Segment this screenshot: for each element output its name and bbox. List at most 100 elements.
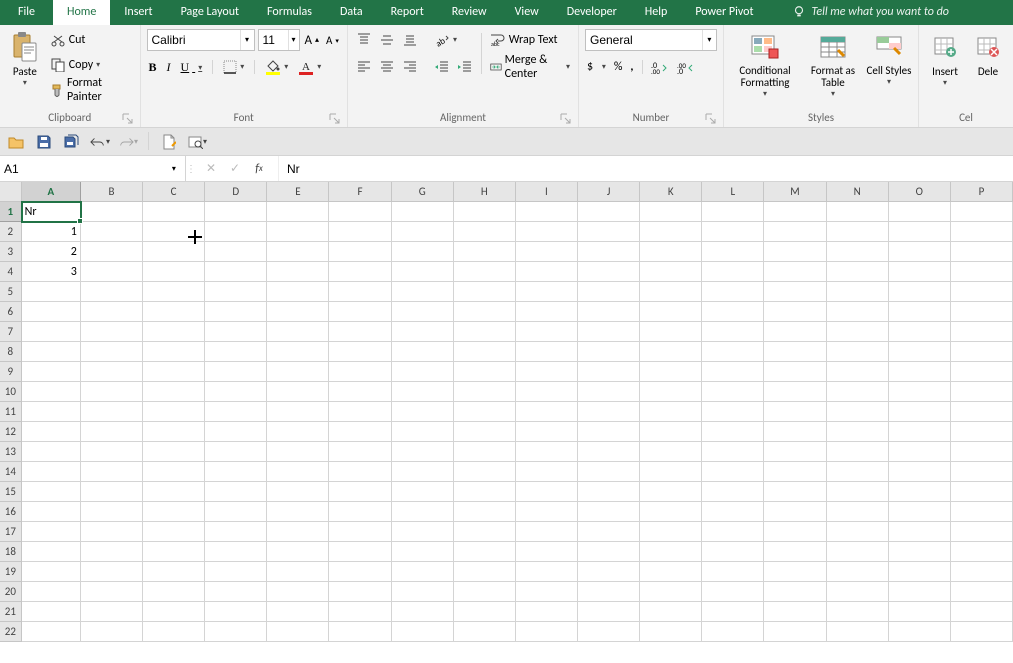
row-header[interactable]: 9 xyxy=(0,362,22,382)
row-header[interactable]: 22 xyxy=(0,622,22,642)
align-right-button[interactable] xyxy=(400,56,420,78)
cell[interactable] xyxy=(889,222,951,242)
column-header[interactable]: B xyxy=(81,182,143,201)
row-header[interactable]: 4 xyxy=(0,262,22,282)
underline-button[interactable]: U ▾ xyxy=(179,56,205,78)
cell[interactable] xyxy=(329,622,391,642)
cell[interactable] xyxy=(329,342,391,362)
cell[interactable] xyxy=(640,602,702,622)
cell[interactable] xyxy=(889,582,951,602)
accounting-format-button[interactable]: $ ▾ xyxy=(585,56,608,78)
cell[interactable] xyxy=(81,242,143,262)
row-header[interactable]: 16 xyxy=(0,502,22,522)
cell[interactable] xyxy=(392,462,454,482)
cell[interactable] xyxy=(640,482,702,502)
column-header[interactable]: P xyxy=(951,182,1013,201)
cell[interactable] xyxy=(827,542,889,562)
cell[interactable] xyxy=(267,222,329,242)
cell[interactable] xyxy=(889,342,951,362)
conditional-formatting-button[interactable]: Conditional Formatting▾ xyxy=(730,29,800,109)
row-header[interactable]: 2 xyxy=(0,222,22,242)
data-tab[interactable]: Data xyxy=(326,0,377,25)
cell[interactable] xyxy=(764,562,826,582)
cell[interactable] xyxy=(143,462,205,482)
cell[interactable] xyxy=(22,542,81,562)
cell[interactable] xyxy=(702,382,764,402)
row-header[interactable]: 7 xyxy=(0,322,22,342)
help-tab[interactable]: Help xyxy=(631,0,682,25)
cell[interactable] xyxy=(578,542,640,562)
column-header[interactable]: F xyxy=(329,182,391,201)
copy-button[interactable]: Copy ▾ xyxy=(48,54,134,76)
cell[interactable] xyxy=(764,502,826,522)
cell[interactable] xyxy=(951,442,1013,462)
cell[interactable] xyxy=(22,302,81,322)
cell[interactable] xyxy=(81,202,143,222)
cell[interactable] xyxy=(267,322,329,342)
cell[interactable] xyxy=(392,522,454,542)
cell[interactable] xyxy=(329,262,391,282)
cell[interactable] xyxy=(951,262,1013,282)
cell[interactable] xyxy=(640,422,702,442)
row-header[interactable]: 3 xyxy=(0,242,22,262)
cell[interactable] xyxy=(764,262,826,282)
cell[interactable] xyxy=(81,442,143,462)
cell[interactable] xyxy=(392,342,454,362)
cell[interactable] xyxy=(516,442,578,462)
cell[interactable] xyxy=(392,542,454,562)
cell[interactable] xyxy=(889,602,951,622)
cell[interactable] xyxy=(516,382,578,402)
cell[interactable] xyxy=(81,482,143,502)
cell[interactable] xyxy=(392,282,454,302)
cell[interactable] xyxy=(392,322,454,342)
column-header[interactable]: I xyxy=(516,182,578,201)
cell[interactable] xyxy=(516,522,578,542)
cell[interactable] xyxy=(640,622,702,642)
number-format-input[interactable] xyxy=(586,33,702,47)
tell-me-search[interactable]: Tell me what you want to do xyxy=(778,0,963,25)
cell[interactable] xyxy=(267,542,329,562)
cell[interactable] xyxy=(454,602,516,622)
cell[interactable] xyxy=(392,242,454,262)
cell[interactable] xyxy=(205,522,267,542)
chevron-down-icon[interactable]: ▾ xyxy=(702,30,716,50)
cell[interactable] xyxy=(22,522,81,542)
column-header[interactable]: O xyxy=(889,182,951,201)
formulas-tab[interactable]: Formulas xyxy=(253,0,326,25)
cell[interactable] xyxy=(454,562,516,582)
cell-styles-button[interactable]: Cell Styles▾ xyxy=(866,29,912,109)
cell[interactable] xyxy=(640,502,702,522)
cell[interactable] xyxy=(143,622,205,642)
cell[interactable] xyxy=(764,422,826,442)
cell[interactable] xyxy=(578,202,640,222)
cell[interactable] xyxy=(143,422,205,442)
cell[interactable] xyxy=(640,462,702,482)
increase-decimal-button[interactable]: .0.00 xyxy=(649,56,671,78)
cell[interactable] xyxy=(22,562,81,582)
cell[interactable] xyxy=(143,442,205,462)
cell[interactable] xyxy=(392,262,454,282)
decrease-font-button[interactable]: A▾ xyxy=(324,29,341,51)
cell[interactable] xyxy=(889,262,951,282)
cell[interactable] xyxy=(205,622,267,642)
cell[interactable] xyxy=(827,322,889,342)
cell[interactable] xyxy=(205,542,267,562)
column-header[interactable]: C xyxy=(143,182,205,201)
cell[interactable] xyxy=(764,442,826,462)
cell[interactable] xyxy=(143,542,205,562)
cell[interactable] xyxy=(889,442,951,462)
cell[interactable] xyxy=(392,222,454,242)
cell[interactable] xyxy=(951,422,1013,442)
open-button[interactable] xyxy=(6,132,26,152)
borders-button[interactable]: ▾ xyxy=(221,56,246,78)
formula-input[interactable] xyxy=(279,156,1013,181)
cell[interactable] xyxy=(578,222,640,242)
insert-function-button[interactable]: fx xyxy=(248,158,270,180)
cell[interactable] xyxy=(267,442,329,462)
cell[interactable] xyxy=(889,622,951,642)
fill-handle[interactable] xyxy=(77,218,83,224)
insert-cells-button[interactable]: Insert▾ xyxy=(925,29,965,109)
cell[interactable] xyxy=(702,202,764,222)
cell[interactable] xyxy=(889,402,951,422)
cell[interactable] xyxy=(454,282,516,302)
